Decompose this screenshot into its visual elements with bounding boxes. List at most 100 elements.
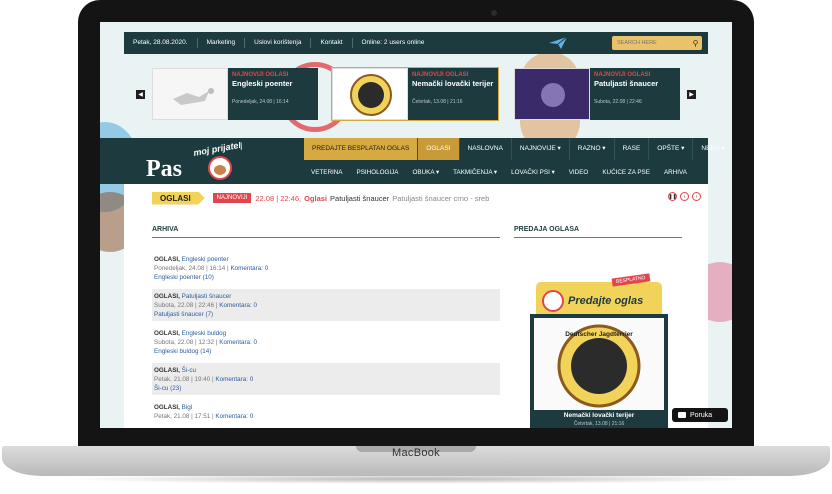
nav-submit-ad[interactable]: PREDAJTE BESPLATAN OGLAS [304, 138, 419, 160]
slide-thumbnail [332, 68, 408, 120]
item-comments[interactable]: Komentara: 0 [230, 265, 268, 272]
ticker-controls: ❚❚ ‹ › [668, 192, 701, 201]
slide-item[interactable]: NAJNOVIJI OGLASI Patuljasti šnaucer Subo… [514, 68, 680, 120]
camera-icon [491, 10, 497, 16]
item-category[interactable]: OGLASI, [154, 293, 180, 300]
nav-arhiva[interactable]: ARHIVA [657, 164, 694, 182]
item-count-link[interactable]: Engleski buldog (14) [154, 347, 498, 356]
news-ticker: OGLASI NAJNOVIJI 22.08 | 22:46, Oglasi P… [152, 190, 682, 206]
ticker-desc: Patuljasti šnaucer crno - sreb [392, 193, 490, 203]
item-comments[interactable]: Komentara: 0 [215, 376, 253, 383]
current-date: Petak, 28.08.2020. [124, 38, 198, 48]
nav-takmicenja[interactable]: TAKMIČENJA ▾ [446, 164, 504, 182]
site-logo[interactable]: Pas moj prijatelj [146, 142, 242, 184]
laptop-mockup: Petak, 28.08.2020. Marketing Uslovi kori… [0, 0, 832, 494]
ticker-time: 22.08 | 22:46, [255, 193, 302, 203]
device-label: MacBook [392, 447, 440, 459]
nav-opste[interactable]: OPŠTE ▾ [649, 138, 694, 160]
top-bar: Petak, 28.08.2020. Marketing Uslovi kori… [124, 32, 708, 54]
nav-najnovije[interactable]: NAJNOVIJE ▾ [512, 138, 570, 160]
online-users: Online: 2 users online [361, 39, 425, 46]
main-content: OGLASI NAJNOVIJI 22.08 | 22:46, Oglasi P… [124, 184, 708, 428]
featured-title[interactable]: Nemački lovački terijer [530, 412, 668, 419]
slider-prev-icon[interactable]: ◀ [136, 90, 145, 99]
item-title[interactable]: Ši-cu [182, 367, 196, 374]
item-count-link[interactable]: Patuljasti šnaucer (7) [154, 310, 498, 319]
featured-ad[interactable]: Deutscher Jagdterrier Nemački lovački te… [530, 314, 668, 428]
nav-video[interactable]: VIDEO [562, 164, 596, 182]
nav-lovacki-psi[interactable]: LOVAČKI PSI ▾ [504, 164, 562, 182]
slider-next-icon[interactable]: ▶ [687, 90, 696, 99]
item-category[interactable]: OGLASI, [154, 256, 180, 263]
slide-date: Subota, 22.08 | 22:46 [594, 99, 642, 105]
item-meta: Ponedeljak, 24.08 | 16:14 | [154, 265, 229, 272]
nav-razno[interactable]: RAZNO ▾ [570, 138, 615, 160]
chevron-left-icon[interactable]: ‹ [680, 192, 689, 201]
nav-obuka[interactable]: OBUKA ▾ [406, 164, 447, 182]
slide-item[interactable]: NAJNOVIJI OGLASI Nemački lovački terijer… [331, 67, 499, 121]
link-contact[interactable]: Kontakt [311, 38, 353, 48]
banner-text: Predajte oglas [568, 295, 644, 307]
ads-heading: PREDAJA OGLASA [514, 226, 580, 233]
item-category[interactable]: OGLASI, [154, 330, 180, 337]
schnauzer-image [515, 69, 589, 119]
nav-psihologija[interactable]: PSIHOLOGIJA [350, 164, 406, 182]
list-item: OGLASI, Ši-cu Petak, 21.08 | 19:40 | Kom… [152, 363, 500, 395]
link-marketing[interactable]: Marketing [198, 38, 246, 48]
chevron-right-icon[interactable]: › [692, 192, 701, 201]
logo-main-text: Pas [146, 156, 182, 182]
pause-icon[interactable]: ❚❚ [668, 192, 677, 201]
nav-veterina[interactable]: VETERINA [304, 164, 350, 182]
featured-date: Četvrtak, 13.08 | 21:16 [573, 421, 625, 427]
item-title[interactable]: Patuljasti šnaucer [182, 293, 232, 300]
nav-rase[interactable]: RASE [615, 138, 650, 160]
item-count-link[interactable]: Ši-cu (23) [154, 384, 498, 393]
terrier-badge-image [333, 69, 407, 119]
item-category[interactable]: OGLASI, [154, 367, 180, 374]
paper-plane-icon[interactable] [548, 36, 568, 50]
ticker-title[interactable]: Patuljasti šnaucer [330, 194, 389, 203]
slide-item[interactable]: NAJNOVIJI OGLASI Engleski poenter Ponede… [152, 68, 318, 120]
nav-oglasi[interactable]: OGLASI [418, 138, 460, 160]
dog-icon [542, 290, 564, 312]
search-input[interactable] [612, 39, 689, 47]
item-category[interactable]: OGLASI, [154, 404, 180, 411]
slide-title[interactable]: Engleski poenter [232, 79, 314, 88]
item-comments[interactable]: Komentara: 0 [219, 339, 257, 346]
featured-image-text: Deutscher Jagdterrier [565, 331, 633, 338]
slide-category: NAJNOVIJI OGLASI [232, 72, 289, 78]
item-title[interactable]: Engleski poenter [182, 256, 229, 263]
nav-nega[interactable]: NEGA ▾ [693, 138, 732, 160]
nav-kucice[interactable]: KUĆICE ZA PSE [595, 164, 657, 182]
nav-naslovna[interactable]: NASLOVNA [460, 138, 512, 160]
search-icon[interactable]: ⚲ [689, 36, 702, 50]
slide-date: Četvrtak, 13.08 | 21:16 [412, 99, 463, 105]
item-title[interactable]: Engleski buldog [182, 330, 226, 337]
slide-title[interactable]: Nemački lovački terijer [412, 79, 494, 88]
link-terms[interactable]: Uslovi korištenja [245, 38, 312, 48]
slide-thumbnail [152, 68, 228, 120]
item-comments[interactable]: Komentara: 0 [219, 302, 257, 309]
ticker-category[interactable]: Oglasi [304, 194, 327, 203]
item-meta: Petak, 21.08 | 19:40 | [154, 376, 214, 383]
item-meta: Petak, 21.08 | 17:51 | [154, 413, 214, 420]
archive-heading: ARHIVA [152, 226, 179, 233]
item-comments[interactable]: Komentara: 0 [215, 413, 253, 420]
item-title[interactable]: Bigl [182, 404, 193, 411]
archive-list: OGLASI, Engleski poenter Ponedeljak, 24.… [152, 252, 500, 428]
main-nav-bottom: VETERINA PSIHOLOGIJA OBUKA ▾ TAKMIČENJA … [304, 164, 694, 182]
free-badge: BESPLATNO [611, 273, 651, 287]
list-item: OGLASI, Bigl Petak, 21.08 | 17:51 | Kome… [152, 400, 500, 428]
slide-title[interactable]: Patuljasti šnaucer [594, 79, 676, 88]
message-icon [678, 412, 686, 418]
chat-button[interactable]: Poruka [672, 408, 728, 422]
list-item: OGLASI, Engleski buldog Subota, 22.08 | … [152, 326, 500, 358]
slide-thumbnail [514, 68, 590, 120]
logo-sub-text: moj prijatelj [193, 142, 242, 158]
main-nav-top: PREDAJTE BESPLATAN OGLAS OGLASI NASLOVNA… [304, 138, 732, 160]
terrier-badge-image: Deutscher Jagdterrier [534, 318, 664, 410]
item-count-link[interactable]: Engleski poenter (10) [154, 273, 498, 282]
slide-category: NAJNOVIJI OGLASI [412, 72, 469, 78]
slide-category: NAJNOVIJI OGLASI [594, 72, 651, 78]
news-slider: ◀ NAJNOVIJI OGLASI Engleski poenter Pone… [136, 67, 696, 124]
